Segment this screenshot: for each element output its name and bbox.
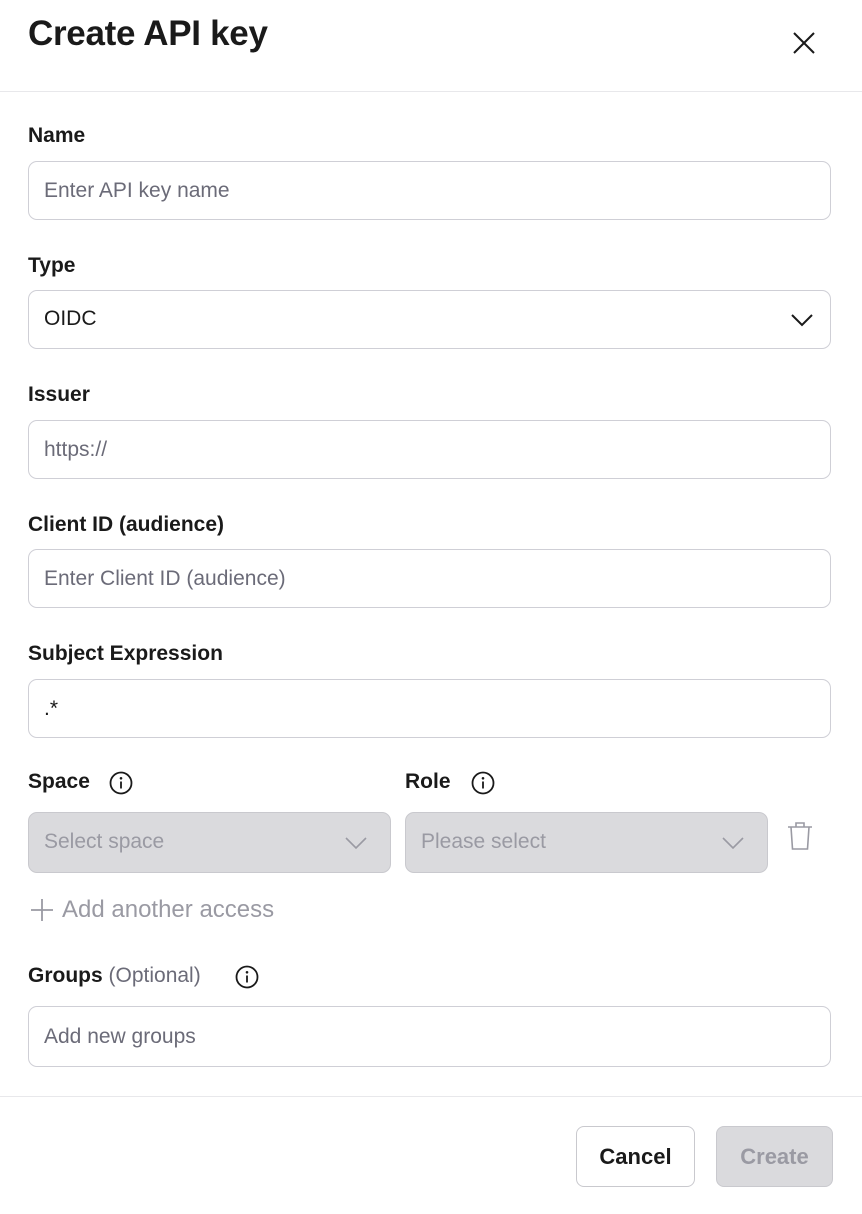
space-label: Space — [28, 770, 90, 793]
subject-expression-input[interactable] — [29, 680, 784, 737]
chevron-down-icon — [345, 837, 367, 850]
type-label: Type — [28, 254, 76, 277]
space-select[interactable]: Select space — [28, 812, 391, 873]
issuer-label: Issuer — [28, 383, 90, 406]
dialog-header: Create API key — [0, 0, 862, 92]
name-input[interactable] — [29, 162, 784, 219]
type-select-value: OIDC — [44, 307, 97, 330]
chevron-down-icon — [791, 314, 813, 327]
add-another-access-label: Add another access — [62, 896, 275, 923]
name-field-wrapper — [28, 161, 831, 220]
groups-label-text: Groups — [28, 964, 103, 987]
issuer-input[interactable] — [29, 421, 784, 478]
groups-label: Groups (Optional) — [28, 964, 201, 988]
name-label: Name — [28, 124, 86, 147]
client-id-input[interactable] — [29, 550, 784, 607]
role-select-placeholder: Please select — [421, 830, 546, 853]
dialog-title: Create API key — [28, 14, 268, 53]
close-icon[interactable] — [790, 29, 818, 57]
plus-icon — [31, 899, 53, 921]
chevron-down-icon — [722, 837, 744, 850]
footer-divider — [0, 1096, 862, 1097]
subject-expression-field-wrapper — [28, 679, 831, 738]
trash-icon[interactable] — [786, 820, 814, 852]
issuer-field-wrapper — [28, 420, 831, 479]
cancel-button[interactable]: Cancel — [576, 1126, 695, 1187]
role-label: Role — [405, 770, 451, 793]
create-button[interactable]: Create — [716, 1126, 833, 1187]
info-icon[interactable] — [471, 771, 495, 795]
subject-expression-label: Subject Expression — [28, 642, 223, 665]
client-id-label: Client ID (audience) — [28, 513, 225, 536]
info-icon[interactable] — [235, 965, 259, 989]
groups-input[interactable] — [29, 1007, 784, 1066]
info-icon[interactable] — [109, 771, 133, 795]
space-select-placeholder: Select space — [44, 830, 165, 853]
client-id-field-wrapper — [28, 549, 831, 608]
groups-field-wrapper — [28, 1006, 831, 1067]
type-select[interactable]: OIDC — [28, 290, 831, 349]
add-another-access-button[interactable]: Add another access — [30, 893, 274, 927]
groups-optional-label: (Optional) — [108, 964, 201, 987]
role-select[interactable]: Please select — [405, 812, 768, 873]
